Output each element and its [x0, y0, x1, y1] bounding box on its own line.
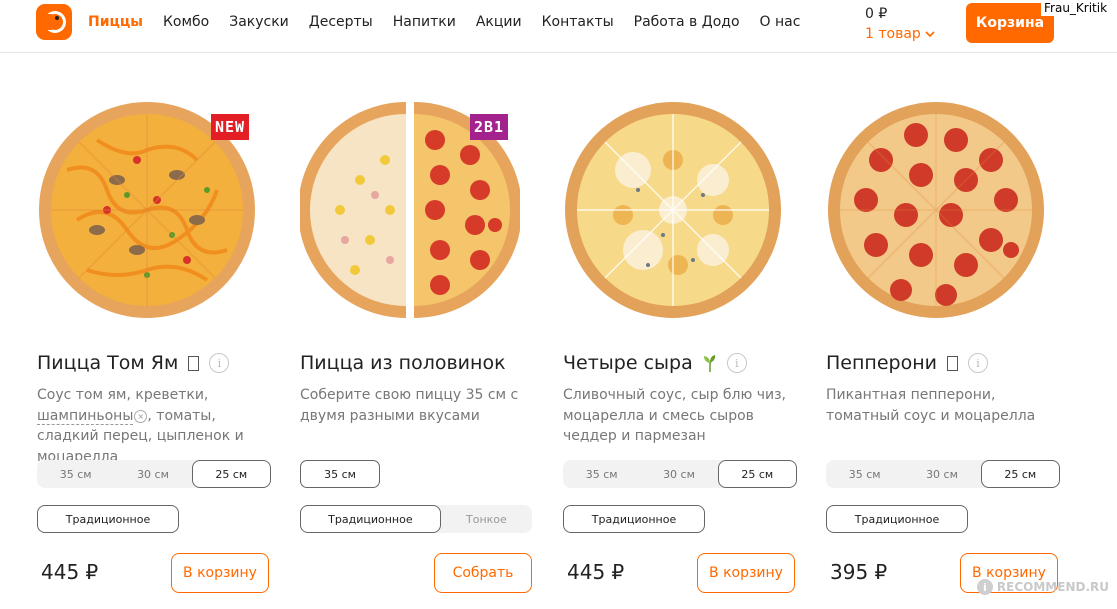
product-description: Соус том ям, креветки, шампиньоны ×, тома…	[37, 385, 277, 467]
nav-combo[interactable]: Комбо	[163, 14, 209, 30]
dough-traditional[interactable]: Традиционное	[37, 505, 179, 533]
size-selector: 35 см 30 см 25 см	[826, 460, 1060, 488]
product-price: 395 ₽	[830, 560, 888, 584]
size-25[interactable]: 25 см	[717, 460, 797, 488]
size-25[interactable]: 25 см	[980, 460, 1060, 488]
product-title-text: Четыре сыра	[563, 352, 693, 374]
size-30[interactable]: 30 см	[903, 460, 980, 488]
watermark-logo-icon: i	[976, 579, 993, 595]
main-nav: Пиццы Комбо Закуски Десерты Напитки Акци…	[88, 14, 820, 30]
product-title: Пицца из половинок	[300, 352, 506, 374]
desc-text: Соус том ям, креветки,	[37, 387, 209, 403]
nav-desserts[interactable]: Десерты	[309, 14, 373, 30]
spicy-icon	[946, 355, 958, 371]
dough-traditional[interactable]: Традиционное	[300, 505, 441, 533]
product-title-text: Пепперони	[826, 352, 937, 374]
add-to-cart-button[interactable]: В корзину	[171, 553, 269, 593]
dough-traditional[interactable]: Традиционное	[826, 505, 968, 533]
username-label: Frau_Kritik	[1041, 0, 1112, 16]
size-25[interactable]: 25 см	[191, 460, 271, 488]
size-35[interactable]: 35 см	[37, 460, 114, 488]
add-to-cart-button[interactable]: В корзину	[697, 553, 795, 593]
nav-snacks[interactable]: Закуски	[229, 14, 289, 30]
nav-pizzas[interactable]: Пиццы	[88, 14, 143, 30]
cart-count-dropdown[interactable]: 1 товар	[865, 24, 935, 44]
product-title-text: Пицца из половинок	[300, 352, 506, 374]
size-30[interactable]: 30 см	[114, 460, 191, 488]
pizza-image-pepperoni[interactable]	[826, 100, 1046, 320]
dough-selector: Традиционное Тонкое	[300, 505, 532, 533]
badge-2in1: 2В1	[470, 114, 509, 140]
dough-thin[interactable]: Тонкое	[441, 505, 532, 533]
dough-selector: Традиционное	[563, 505, 705, 533]
info-icon[interactable]: i	[209, 353, 230, 373]
size-30[interactable]: 30 см	[640, 460, 717, 488]
product-title: Пицца Том Ям i	[37, 352, 230, 374]
dodo-logo[interactable]	[36, 4, 72, 40]
dough-selector: Традиционное	[37, 505, 179, 533]
product-description: Пикантная пепперони, томатный соус и моц…	[826, 387, 1036, 424]
size-35[interactable]: 35 см	[826, 460, 903, 488]
cart-summary: 0 ₽ 1 товар	[865, 4, 935, 44]
chevron-down-icon	[925, 30, 935, 37]
site-header: Пиццы Комбо Закуски Десерты Напитки Акци…	[0, 0, 1117, 53]
watermark: i RECOMMEND.RU	[976, 579, 1109, 595]
product-price: 445 ₽	[41, 560, 99, 584]
product-title: Пепперони i	[826, 352, 988, 374]
pizza-image-four-cheese[interactable]	[563, 100, 783, 320]
build-pizza-button[interactable]: Собрать	[434, 553, 532, 593]
info-icon[interactable]: i	[967, 353, 988, 373]
nav-careers[interactable]: Работа в Додо	[634, 14, 740, 30]
nav-drinks[interactable]: Напитки	[393, 14, 456, 30]
dough-traditional[interactable]: Традиционное	[563, 505, 705, 533]
vegetarian-icon	[703, 355, 715, 372]
cart-count-label: 1 товар	[865, 26, 921, 42]
size-selector: 35 см 30 см 25 см	[37, 460, 271, 488]
size-35[interactable]: 35 см	[563, 460, 640, 488]
info-icon[interactable]: i	[726, 353, 747, 373]
size-selector: 35 см 30 см 25 см	[563, 460, 797, 488]
badge-new: NEW	[211, 114, 250, 140]
size-35[interactable]: 35 см	[300, 460, 380, 488]
product-title-text: Пицца Том Ям	[37, 352, 179, 374]
watermark-text: RECOMMEND.RU	[996, 580, 1109, 594]
remove-ingredient-icon[interactable]: ×	[134, 409, 148, 423]
spicy-icon	[188, 355, 200, 371]
product-title: Четыре сыра i	[563, 352, 747, 374]
product-description: Соберите свою пиццу 35 см с двумя разным…	[300, 387, 519, 424]
nav-promos[interactable]: Акции	[476, 14, 522, 30]
product-price: 445 ₽	[567, 560, 625, 584]
product-description: Сливочный соус, сыр блю чиз, моцарелла и…	[563, 387, 786, 444]
cart-total: 0 ₽	[865, 6, 888, 22]
dough-selector: Традиционное	[826, 505, 968, 533]
removable-ingredient[interactable]: шампиньоны	[37, 407, 134, 425]
nav-contacts[interactable]: Контакты	[542, 14, 614, 30]
nav-about[interactable]: О нас	[760, 14, 801, 30]
